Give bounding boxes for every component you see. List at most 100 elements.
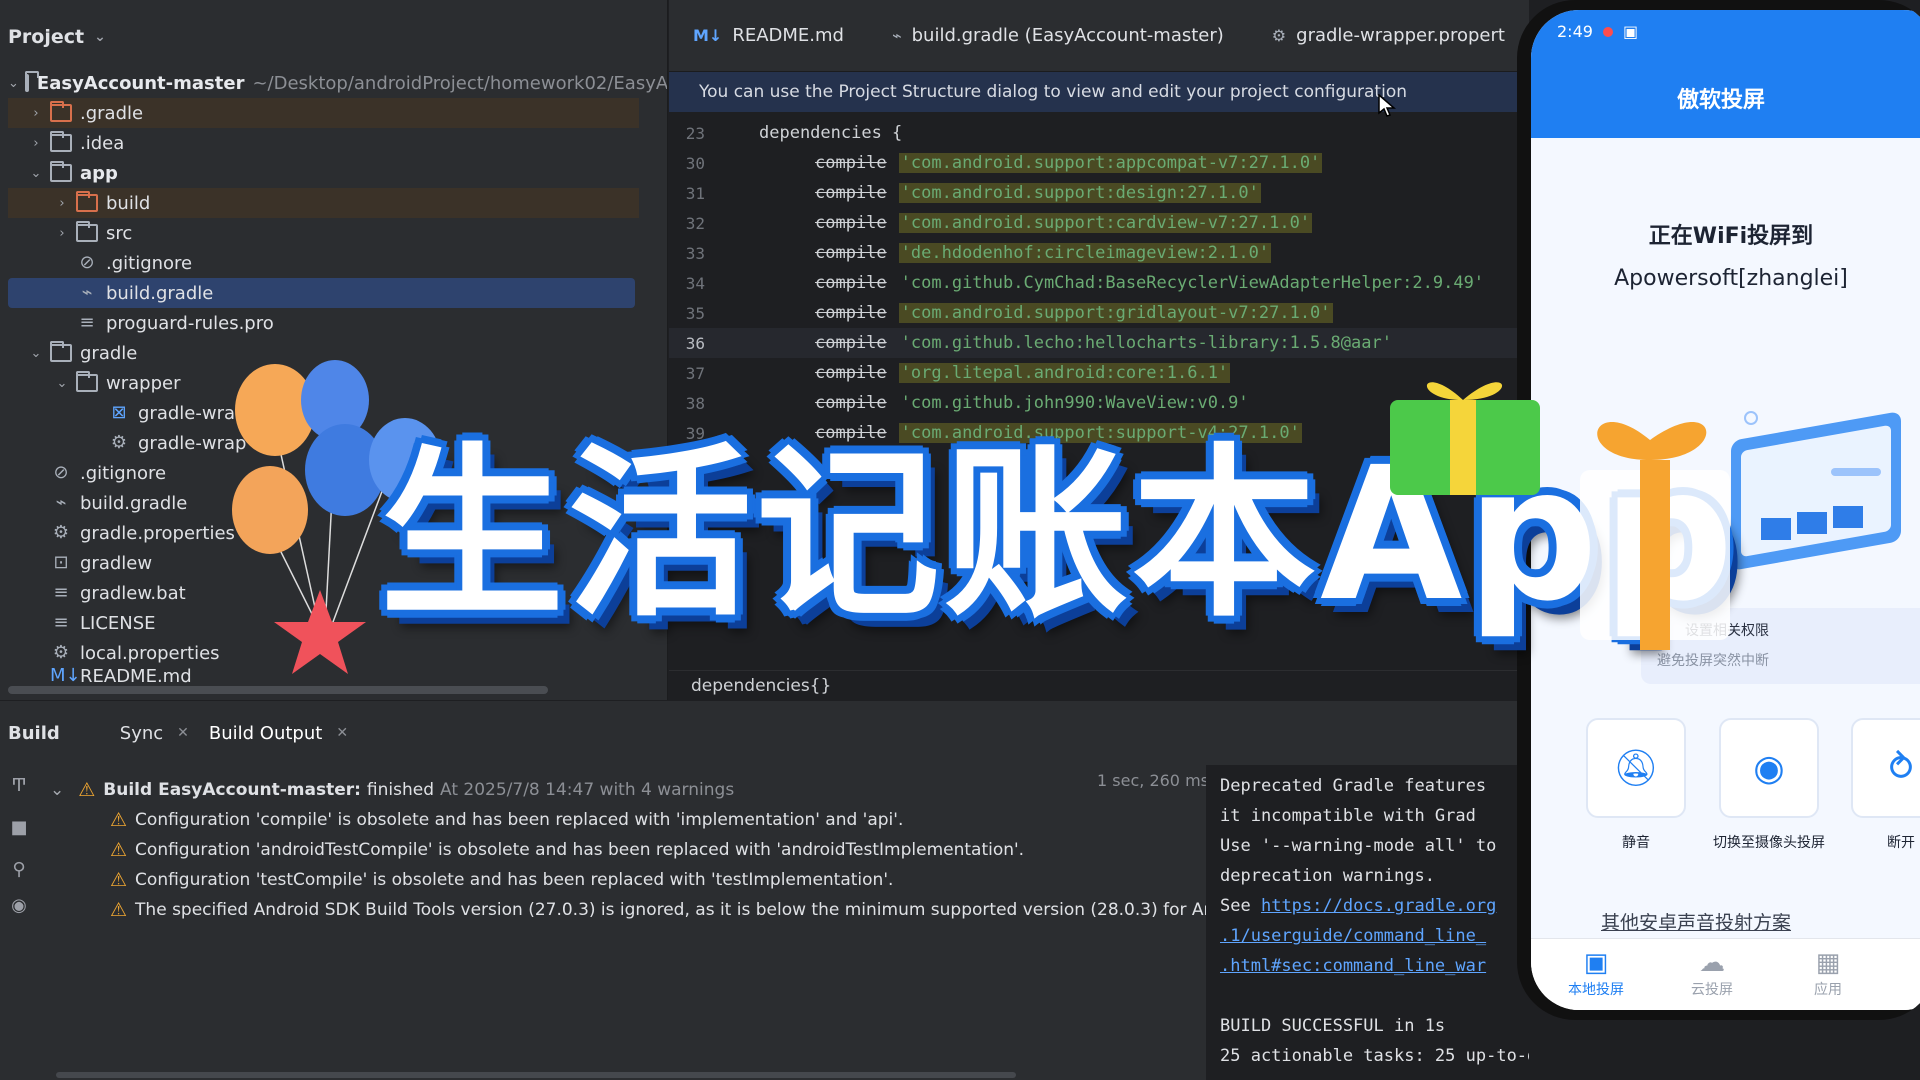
text-file-icon: ≡ <box>53 612 69 633</box>
mute-button[interactable]: 🔕︎ <box>1586 718 1686 818</box>
tree-item-app[interactable]: ⌄ app <box>8 158 639 188</box>
ignore-file-icon: ⊘ <box>79 252 95 273</box>
horizontal-scrollbar[interactable] <box>8 686 548 694</box>
phone-app-header: 2:49 ▣ 傲软投屏 <box>1531 10 1920 138</box>
warning-text: The specified Android SDK Build Tools ve… <box>135 900 1211 920</box>
pin-icon[interactable]: ⚲ <box>8 859 30 881</box>
phone-app-title: 傲软投屏 <box>1676 88 1765 113</box>
chevron-right-icon[interactable]: › <box>54 196 70 211</box>
warning-text: Configuration 'testCompile' is obsolete … <box>135 870 894 890</box>
nav-apps[interactable]: ▦ 应用 <box>1783 947 1873 999</box>
folder-icon <box>76 371 98 392</box>
warning-row[interactable]: ⚠ Configuration 'androidTestCompile' is … <box>110 835 1024 865</box>
code-line-current: 36 compile 'com.github.lecho:hellocharts… <box>669 328 1529 358</box>
phone-status-bar: 2:49 ▣ <box>1557 22 1638 41</box>
chevron-down-icon[interactable]: ⌄ <box>50 780 64 800</box>
tree-item-label: .gradle <box>80 102 144 124</box>
deprecated-keyword: compile <box>815 243 887 263</box>
build-console[interactable]: Deprecated Gradle features it incompatib… <box>1206 765 1529 1080</box>
code-line: 31 compile 'com.android.support:design:2… <box>669 178 1529 208</box>
gradle-file-icon: ⌁ <box>55 492 67 513</box>
switch-camera-button[interactable]: ◉ <box>1719 718 1819 818</box>
chevron-down-icon[interactable]: ⌄ <box>8 76 19 91</box>
settings-file-icon: ⚙ <box>110 432 128 453</box>
nav-cloud-cast[interactable]: ☁ 云投屏 <box>1667 947 1757 999</box>
warning-text: Configuration 'compile' is obsolete and … <box>135 810 904 830</box>
disconnect-button[interactable]: ⥁ <box>1851 718 1920 818</box>
console-line: 25 actionable tasks: 25 up-to-date <box>1220 1046 1529 1066</box>
chevron-right-icon[interactable]: › <box>28 106 44 121</box>
tab-label: Build Output <box>208 722 323 744</box>
tab-sync[interactable]: Sync ✕ <box>110 723 199 744</box>
console-line: BUILD SUCCESSFUL in 1s <box>1220 1016 1446 1036</box>
chevron-right-icon[interactable]: › <box>54 226 70 241</box>
project-title: Project <box>8 26 85 48</box>
console-text: See <box>1220 896 1251 916</box>
tab-readme[interactable]: M↓ README.md <box>669 0 868 72</box>
chevron-down-icon[interactable]: ⌄ <box>28 166 44 181</box>
line-number: 36 <box>685 333 705 353</box>
tree-item-gitignore[interactable]: ⊘ .gitignore <box>8 248 639 278</box>
project-view-selector[interactable]: Project ⌄ <box>0 0 667 74</box>
line-number: 32 <box>685 213 705 233</box>
stop-icon[interactable]: ■ <box>8 817 30 839</box>
code-line: 23 dependencies { <box>669 118 1529 148</box>
docs-link[interactable]: .html#sec:command_line_war <box>1220 951 1529 981</box>
build-output-tree: ⌄ ⚠ Build EasyAccount-master: finished A… <box>50 765 1211 1065</box>
module-folder-icon <box>24 71 39 92</box>
docs-link[interactable]: https://docs.gradle.org <box>1261 896 1496 916</box>
tree-item-label: build.gradle <box>80 492 188 514</box>
tab-build-gradle[interactable]: ⌁ build.gradle (EasyAccount-master) <box>868 0 1248 72</box>
tree-item-gradle-dir[interactable]: › .gradle <box>8 98 639 128</box>
docs-link[interactable]: .1/userguide/command_line_ <box>1220 921 1529 951</box>
code-line: 30 compile 'com.android.support:appcompa… <box>669 148 1529 178</box>
dependency-string: 'com.github.CymChad:BaseRecyclerViewAdap… <box>900 273 1485 293</box>
nav-local-cast[interactable]: ▣ 本地投屏 <box>1551 947 1641 999</box>
toggle-view-icon[interactable]: Ͳ <box>8 775 30 797</box>
tree-item-root[interactable]: ⌄ EasyAccount-master ~/Desktop/androidPr… <box>8 68 667 98</box>
chevron-down-icon[interactable]: ⌄ <box>54 376 70 391</box>
console-line: deprecation warnings. <box>1220 866 1435 886</box>
line-number: 30 <box>685 153 705 173</box>
dependency-string: 'com.github.lecho:hellocharts-library:1.… <box>900 333 1392 353</box>
button-label: 切换至摄像头投屏 <box>1713 835 1825 851</box>
console-line: it incompatible with Grad <box>1220 806 1476 826</box>
warning-icon: ⚠ <box>110 809 128 831</box>
chevron-down-icon[interactable]: ⌄ <box>28 346 44 361</box>
build-tab-bar: Build Sync ✕ Build Output ✕ <box>0 701 1529 765</box>
tab-build-output[interactable]: Build Output ✕ <box>199 723 358 744</box>
console-line: Deprecated Gradle features <box>1220 776 1487 796</box>
close-icon[interactable]: ✕ <box>177 725 189 741</box>
line-number: 33 <box>685 243 705 263</box>
horizontal-scrollbar[interactable] <box>56 1072 1016 1078</box>
terminal-file-icon: ⊡ <box>53 552 69 573</box>
tab-gradle-wrapper-properties[interactable]: ⚙ gradle-wrapper.propert <box>1248 0 1529 72</box>
chevron-down-icon: ⌄ <box>94 29 106 45</box>
camera-icon: ◉ <box>1753 747 1785 789</box>
chevron-right-icon[interactable]: › <box>28 136 44 151</box>
tree-item-build[interactable]: › build <box>8 188 639 218</box>
tree-item-label: .gitignore <box>106 252 193 274</box>
status-time: 2:49 <box>1557 22 1593 41</box>
warning-row[interactable]: ⚠ The specified Android SDK Build Tools … <box>110 895 1211 925</box>
disconnect-icon: ⥁ <box>1888 747 1914 789</box>
tree-item-proguard[interactable]: ≡ proguard-rules.pro <box>8 308 639 338</box>
tree-item-src[interactable]: › src <box>8 218 639 248</box>
tree-item-idea[interactable]: › .idea <box>8 128 639 158</box>
tree-item-label: wrapper <box>106 372 181 394</box>
warning-row[interactable]: ⚠ Configuration 'compile' is obsolete an… <box>110 805 903 835</box>
button-label: 断开 <box>1887 835 1915 851</box>
deprecated-keyword: compile <box>815 273 887 293</box>
nav-label: 应用 <box>1814 982 1842 998</box>
close-icon[interactable]: ✕ <box>336 725 348 741</box>
eye-icon[interactable]: ◉ <box>8 895 30 917</box>
line-number: 34 <box>685 273 705 293</box>
deprecated-keyword: compile <box>815 333 887 353</box>
other-audio-solutions-link[interactable]: 其他安卓声音投射方案 <box>1601 908 1791 935</box>
tree-item-label: gradlew.bat <box>80 582 186 604</box>
warning-row[interactable]: ⚠ Configuration 'testCompile' is obsolet… <box>110 865 893 895</box>
tree-item-build-gradle-selected[interactable]: ⌁ build.gradle <box>8 278 635 308</box>
build-summary-row[interactable]: ⌄ ⚠ Build EasyAccount-master: finished A… <box>50 775 734 805</box>
project-structure-notice[interactable]: You can use the Project Structure dialog… <box>669 72 1529 112</box>
build-duration: 1 sec, 260 ms <box>1097 771 1209 790</box>
